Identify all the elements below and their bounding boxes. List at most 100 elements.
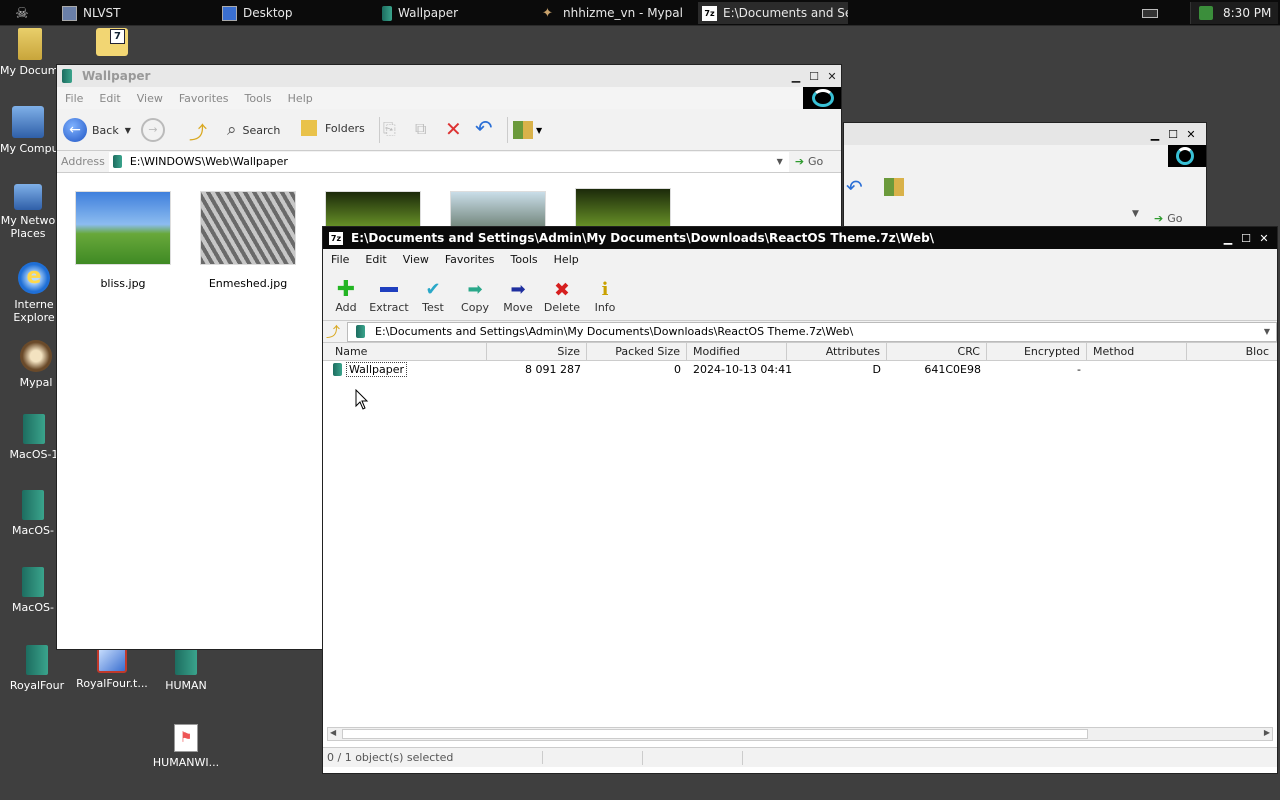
maximize-icon[interactable]: ☐: [805, 70, 823, 83]
menu-view[interactable]: View: [395, 253, 437, 266]
taskbar-item-wallpaper[interactable]: Wallpaper: [378, 2, 528, 24]
menu-favorites[interactable]: Favorites: [171, 92, 237, 105]
grass-thumbnail[interactable]: [325, 191, 421, 231]
close-icon[interactable]: ✕: [823, 70, 841, 83]
menu-file[interactable]: File: [57, 92, 91, 105]
up-folder-button[interactable]: ⤴: [189, 119, 213, 144]
menu-view[interactable]: View: [129, 92, 171, 105]
menu-tools[interactable]: Tools: [237, 92, 280, 105]
column-block[interactable]: Bloc: [1187, 343, 1275, 361]
test-button[interactable]: ✔ Test: [413, 279, 453, 314]
menu-favorites[interactable]: Favorites: [437, 253, 503, 266]
folder-icon: [333, 363, 342, 376]
desktop-icon-network-places[interactable]: My Netwo Places: [0, 184, 56, 240]
close-icon[interactable]: ✕: [1255, 232, 1273, 245]
sunset-thumbnail[interactable]: [450, 191, 546, 231]
minimize-icon[interactable]: ▁: [787, 70, 805, 83]
add-button[interactable]: ✚ Add: [329, 279, 363, 315]
close-icon[interactable]: ✕: [1182, 128, 1200, 141]
start-icon: ☠: [15, 4, 29, 22]
copy-button[interactable]: ➡ Copy: [455, 279, 495, 314]
7zip-titlebar[interactable]: 7z E:\Documents and Settings\Admin\My Do…: [323, 227, 1277, 249]
maximize-icon[interactable]: ☐: [1237, 232, 1255, 245]
maximize-icon[interactable]: ☐: [1164, 128, 1182, 141]
toolbar-separator: [507, 117, 508, 143]
delete-button[interactable]: ✖ Delete: [541, 279, 583, 314]
taskbar-item-desktop[interactable]: Desktop: [218, 2, 368, 24]
horizontal-scrollbar[interactable]: ◀ ▶: [327, 727, 1273, 741]
mypal-icon: [20, 340, 52, 372]
back-button[interactable]: ← Back ▼: [63, 118, 131, 142]
table-row[interactable]: Wallpaper 8 091 287 0 2024-10-13 04:41 D…: [323, 361, 1275, 379]
undo-icon[interactable]: ↶: [846, 175, 863, 199]
delete-icon: ✖: [554, 279, 570, 301]
my-documents-icon: [18, 28, 42, 60]
list-header: Name Size Packed Size Modified Attribute…: [323, 343, 1277, 361]
column-size[interactable]: Size: [487, 343, 587, 361]
go-button[interactable]: ➔ Go: [795, 155, 823, 168]
file-item-enmeshed[interactable]: Enmeshed.jpg: [200, 191, 296, 290]
scroll-right-icon[interactable]: ▶: [1264, 728, 1270, 737]
column-method[interactable]: Method: [1087, 343, 1187, 361]
undo-icon[interactable]: ↶: [475, 116, 493, 140]
taskbar-item-mypal[interactable]: ✦ nhhizme_vn - Mypal: [538, 2, 688, 24]
mouse-cursor-icon: [355, 389, 369, 410]
extract-button[interactable]: Extract: [367, 287, 411, 314]
desktop-icon-royalfour[interactable]: RoyalFour: [0, 645, 74, 692]
views-icon[interactable]: [884, 178, 904, 196]
desktop-icon-royalfour-theme[interactable]: RoyalFour.t...: [72, 645, 152, 690]
dropdown-arrow-icon[interactable]: ▼: [1132, 209, 1139, 219]
minimize-icon[interactable]: ▁: [1146, 128, 1164, 141]
dropdown-arrow-icon[interactable]: ▼: [771, 157, 789, 166]
address-input[interactable]: E:\WINDOWS\Web\Wallpaper ▼: [108, 151, 789, 172]
folders-button[interactable]: Folders: [301, 120, 365, 136]
column-crc[interactable]: CRC: [887, 343, 987, 361]
copy-to-icon[interactable]: ⧉: [415, 119, 426, 139]
desktop-icon-7zip-folder[interactable]: 7: [96, 28, 128, 56]
chevron-down-icon: ▼: [536, 125, 543, 135]
search-button[interactable]: ⌕ Search: [227, 120, 280, 140]
taskbar: ☠ NLVST Desktop Wallpaper ✦ nhhizme_vn -…: [0, 0, 1280, 26]
taskbar-item-7zip[interactable]: 7z E:\Documents and Se...: [698, 2, 848, 24]
move-to-icon[interactable]: ⎘: [383, 119, 396, 139]
keyboard-icon[interactable]: [1142, 9, 1158, 18]
bliss-thumbnail: [75, 191, 171, 265]
move-button[interactable]: ➡ Move: [497, 279, 539, 314]
desktop-icon-human[interactable]: HUMAN: [146, 645, 226, 692]
menu-help[interactable]: Help: [546, 253, 587, 266]
minimize-icon[interactable]: ▁: [1219, 232, 1237, 245]
views-button[interactable]: ▼: [513, 121, 542, 139]
desktop-icon-humanwi[interactable]: ⚑ HUMANWI...: [146, 724, 226, 769]
menu-file[interactable]: File: [323, 253, 357, 266]
clock[interactable]: 8:30 PM: [1223, 6, 1271, 20]
go-button[interactable]: ➔ Go: [1154, 209, 1200, 227]
desktop-icon-my-computer[interactable]: My Compu: [0, 106, 56, 155]
start-button[interactable]: ☠: [6, 3, 38, 23]
dropdown-arrow-icon[interactable]: ▼: [1258, 327, 1276, 336]
menu-help[interactable]: Help: [280, 92, 321, 105]
menu-edit[interactable]: Edit: [91, 92, 128, 105]
network-icon[interactable]: [1199, 6, 1213, 20]
info-button[interactable]: i Info: [585, 279, 625, 314]
file-item-bliss[interactable]: bliss.jpg: [75, 191, 171, 290]
column-packed-size[interactable]: Packed Size: [587, 343, 687, 361]
7zip-icon: 7z: [329, 231, 343, 245]
go-arrow-icon: ➔: [1154, 211, 1164, 225]
forward-button[interactable]: →: [141, 118, 165, 142]
delete-icon[interactable]: ✕: [445, 117, 462, 141]
desktop-icon: [222, 5, 237, 21]
menu-edit[interactable]: Edit: [357, 253, 394, 266]
taskbar-item-nlvst[interactable]: NLVST: [58, 2, 208, 24]
folder-up-icon[interactable]: ⤴: [323, 322, 343, 342]
scroll-left-icon[interactable]: ◀: [330, 728, 336, 737]
scrollbar-thumb[interactable]: [342, 729, 1088, 739]
explorer-titlebar[interactable]: Wallpaper ▁ ☐ ✕: [57, 65, 841, 87]
grass-thumbnail[interactable]: [575, 188, 671, 231]
column-name[interactable]: Name: [329, 343, 487, 361]
menu-tools[interactable]: Tools: [503, 253, 546, 266]
column-encrypted[interactable]: Encrypted: [987, 343, 1087, 361]
desktop-icon-my-documents[interactable]: My Docume: [0, 28, 60, 77]
column-attributes[interactable]: Attributes: [787, 343, 887, 361]
column-modified[interactable]: Modified: [687, 343, 787, 361]
path-input[interactable]: E:\Documents and Settings\Admin\My Docum…: [347, 321, 1277, 342]
